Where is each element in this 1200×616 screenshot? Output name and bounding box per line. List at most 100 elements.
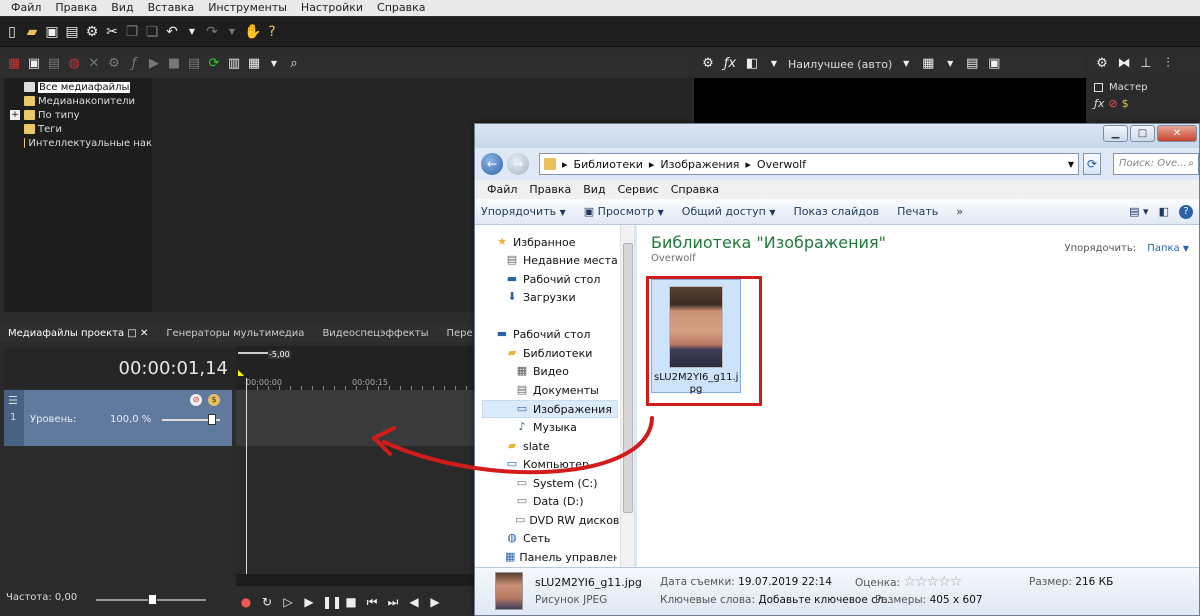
change-view-icon[interactable]: ▤ ▾	[1129, 205, 1148, 219]
close-icon[interactable]: ✕	[140, 328, 148, 339]
vegas-menu-file[interactable]: Файл	[4, 0, 48, 16]
preview-fx-icon[interactable]: ƒx	[722, 56, 738, 72]
save-as-icon[interactable]: ▤	[64, 24, 80, 40]
next-frame-icon[interactable]: ▶	[427, 594, 443, 610]
vegas-menu-view[interactable]: Вид	[104, 0, 140, 16]
overlays-icon[interactable]: ▦	[920, 56, 936, 72]
new-file-icon[interactable]: ▯	[4, 24, 20, 40]
redo-icon[interactable]: ↷	[204, 24, 220, 40]
split-screen-icon[interactable]: ◧	[744, 56, 760, 72]
address-dropdown-icon[interactable]: ▼	[1068, 160, 1074, 169]
more-commands-button[interactable]: »	[956, 205, 963, 218]
nav-control-panel[interactable]: ▦Панель управления	[505, 548, 617, 566]
timeline-ruler[interactable]: -5,00 ◣ 00:00:00 00:00:15	[236, 346, 476, 390]
breadcrumb-sep-icon[interactable]: ▸	[745, 158, 751, 171]
tree-item-media-bins[interactable]: Медианакопители	[4, 94, 152, 108]
address-bar[interactable]: ▸ Библиотеки ▸ Изображения ▸ Overwolf ▼	[539, 153, 1079, 175]
remove-icon[interactable]: ✕	[86, 56, 102, 72]
nav-documents[interactable]: ▤ Документы	[515, 381, 599, 399]
play-icon[interactable]: ▶	[301, 594, 317, 610]
breadcrumb-libraries[interactable]: Библиотеки	[574, 158, 643, 171]
nav-data-drive[interactable]: ▭ Data (D:)	[515, 492, 584, 510]
help-icon[interactable]: ?	[264, 24, 280, 40]
open-folder-icon[interactable]: ▰	[24, 24, 40, 40]
breadcrumb-sep-icon[interactable]: ▸	[562, 158, 568, 171]
nav-favorites[interactable]: ★ Избранное	[495, 233, 575, 251]
slideshow-button[interactable]: Показ слайдов	[794, 205, 880, 218]
redo-dropdown-icon[interactable]: ▼	[224, 24, 240, 40]
maximize-button[interactable]: □	[1130, 125, 1155, 142]
dim-icon[interactable]: ⊥	[1138, 56, 1154, 72]
nav-desktop[interactable]: ▬ Рабочий стол	[495, 325, 591, 343]
faders-icon[interactable]: ⫶	[1160, 56, 1176, 72]
loop-icon[interactable]: ↻	[259, 594, 275, 610]
pause-icon[interactable]: ❚❚	[322, 594, 342, 610]
arrange-value[interactable]: Папка ▼	[1147, 243, 1189, 254]
back-button[interactable]: ←	[481, 153, 503, 175]
preview-gear-icon[interactable]: ⚙	[700, 56, 716, 72]
search-icon[interactable]: ⌕	[286, 56, 302, 72]
nav-network[interactable]: ◍ Сеть	[505, 529, 550, 547]
undo-dropdown-icon[interactable]: ▼	[184, 24, 200, 40]
master-fx-icon[interactable]: ƒx	[1094, 97, 1104, 110]
rating-stars-icon[interactable]: ☆☆☆☆☆	[903, 574, 962, 590]
breadcrumb-images[interactable]: Изображения	[660, 158, 739, 171]
prev-frame-icon[interactable]: ◀	[406, 594, 422, 610]
vegas-menu-tools[interactable]: Инструменты	[201, 0, 294, 16]
go-to-start-icon[interactable]: ⏮	[364, 594, 380, 610]
master-solo-icon[interactable]: $	[1122, 97, 1129, 110]
overlays-dropdown-icon[interactable]: ▼	[942, 56, 958, 72]
globe-icon[interactable]: ◍	[66, 56, 82, 72]
rate-slider-thumb[interactable]	[148, 594, 157, 605]
nav-video[interactable]: ▦ Видео	[515, 362, 569, 380]
nav-recent-places[interactable]: ▤ Недавние места	[505, 251, 618, 269]
vegas-menu-insert[interactable]: Вставка	[141, 0, 202, 16]
window-icon[interactable]: □	[127, 328, 136, 339]
tab-media-generators[interactable]: Генераторы мультимедиа	[166, 328, 304, 339]
track-mute-icon[interactable]: ⊘	[190, 394, 202, 406]
in-marker-icon[interactable]: ◣	[238, 368, 244, 377]
expand-icon[interactable]: +	[10, 110, 20, 120]
gear-icon[interactable]: ⚙	[84, 24, 100, 40]
preview-quality-select[interactable]: Наилучшее (авто)	[788, 58, 892, 71]
organize-button[interactable]: Упорядочить ▼	[481, 205, 566, 218]
menu-edit[interactable]: Правка	[523, 183, 577, 196]
menu-view[interactable]: Вид	[577, 183, 611, 196]
master-mute-icon[interactable]: ⊘	[1108, 97, 1117, 110]
timeline-scrollbar[interactable]	[236, 574, 476, 586]
save-snapshot-icon[interactable]: ▣	[986, 56, 1002, 72]
views-dropdown-icon[interactable]: ▼	[266, 56, 282, 72]
import-media-icon[interactable]: ▦	[6, 56, 22, 72]
nav-downloads[interactable]: ⬇ Загрузки	[505, 288, 575, 306]
menu-tools[interactable]: Сервис	[612, 183, 665, 196]
quality-dropdown-icon[interactable]: ▼	[898, 56, 914, 72]
undo-icon[interactable]: ↶	[164, 24, 180, 40]
auto-preview-icon[interactable]: ▤	[186, 56, 202, 72]
breadcrumb-overwolf[interactable]: Overwolf	[757, 158, 806, 171]
stop-icon[interactable]: ■	[343, 594, 359, 610]
tags-icon[interactable]: ▥	[226, 56, 242, 72]
help-icon[interactable]: ?	[1179, 204, 1193, 219]
capture-icon[interactable]: ▣	[26, 56, 42, 72]
preview-pane-icon[interactable]: ◧	[1159, 205, 1169, 219]
go-to-end-icon[interactable]: ⏭	[385, 594, 401, 610]
cut-icon[interactable]: ✂	[104, 24, 120, 40]
refresh-button[interactable]: ⟳	[1083, 153, 1101, 175]
refresh-icon[interactable]: ⟳	[206, 56, 222, 72]
menu-help[interactable]: Справка	[665, 183, 725, 196]
rating[interactable]: Оценка: ☆☆☆☆☆	[855, 574, 962, 590]
audio-track-header[interactable]: ☰ 1 ⊘ $ Уровень: 100,0 %	[4, 390, 232, 446]
master-checkbox[interactable]	[1094, 83, 1103, 92]
get-media-icon[interactable]: ▤	[46, 56, 62, 72]
stop-icon[interactable]: ■	[166, 56, 182, 72]
level-slider-thumb[interactable]	[208, 414, 216, 425]
tab-video-fx[interactable]: Видеоспецэффекты	[322, 328, 428, 339]
tree-item-smart-bins[interactable]: Интеллектуальные нак	[4, 136, 152, 150]
tree-item-all-media[interactable]: Все медиафайлы	[4, 80, 152, 94]
forward-button[interactable]: →	[507, 153, 529, 175]
master-gear-icon[interactable]: ⚙	[1094, 56, 1110, 72]
nav-desktop-favorite[interactable]: ▬ Рабочий стол	[505, 270, 601, 288]
play-from-start-icon[interactable]: ▷	[280, 594, 296, 610]
tab-project-media[interactable]: Медиафайлы проекта □ ✕	[8, 328, 148, 339]
tab-transitions[interactable]: Пере	[446, 328, 472, 339]
